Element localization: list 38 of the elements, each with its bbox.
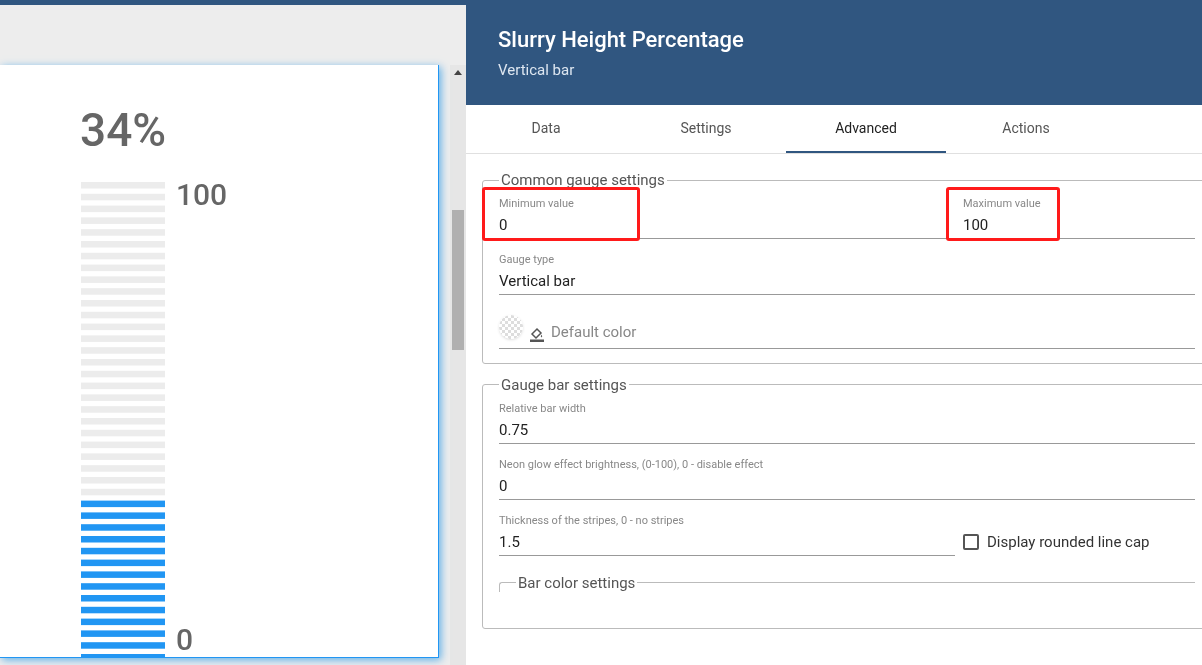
- scroll-thumb[interactable]: [452, 210, 464, 350]
- input-field[interactable]: Relative bar width 0.75: [499, 401, 1195, 444]
- field-label: Thickness of the stripes, 0 - no stripes: [499, 513, 686, 528]
- checkbox[interactable]: Display rounded line cap: [963, 531, 1150, 554]
- field-value: 0.75: [499, 419, 530, 440]
- scroll-up-icon[interactable]: [454, 70, 462, 75]
- field-label: Maximum value: [963, 197, 1042, 211]
- tab[interactable]: Settings: [626, 105, 786, 153]
- tab[interactable]: Actions: [946, 105, 1106, 153]
- checkbox-box[interactable]: [963, 534, 979, 551]
- field-value: 0: [499, 475, 509, 496]
- input-field[interactable]: Minimum value 0: [499, 197, 963, 239]
- paint-bucket-icon: [529, 325, 545, 342]
- field-label: Neon glow effect brightness, (0-100), 0 - disable effect: [499, 457, 765, 472]
- input-field[interactable]: Thickness of the stripes, 0 - no stripes 1.5: [499, 513, 955, 556]
- field-value: 0: [499, 215, 509, 235]
- input-field[interactable]: Gauge type Vertical bar: [499, 253, 1195, 295]
- color-placeholder: Default color: [551, 322, 637, 343]
- max-label: 100: [176, 178, 228, 212]
- color-field[interactable]: Default color: [499, 309, 1195, 349]
- gauge-value: 34%: [80, 105, 167, 155]
- field-label: Relative bar width: [499, 401, 587, 416]
- field-label: Gauge type: [499, 253, 556, 267]
- panel-subtitle: Vertical bar: [498, 60, 576, 81]
- field-value: Vertical bar: [499, 271, 577, 291]
- tab[interactable]: Data: [466, 105, 626, 153]
- field-label: Minimum value: [499, 197, 575, 211]
- panel-title: Slurry Height Percentage: [498, 26, 745, 54]
- min-label: 0: [176, 623, 194, 657]
- scrollbar[interactable]: [450, 65, 466, 665]
- field-value: 100: [963, 215, 990, 235]
- input-field[interactable]: Maximum value 100: [963, 197, 1195, 239]
- field-value: 1.5: [499, 531, 521, 552]
- tab[interactable]: Advanced: [786, 105, 946, 153]
- group-title: Bar color settings: [517, 573, 637, 592]
- input-field[interactable]: Neon glow effect brightness, (0-100), 0 - disable effect 0: [499, 457, 1195, 500]
- checkered-swatch-icon[interactable]: [499, 315, 523, 339]
- group-title: Gauge bar settings: [500, 375, 628, 394]
